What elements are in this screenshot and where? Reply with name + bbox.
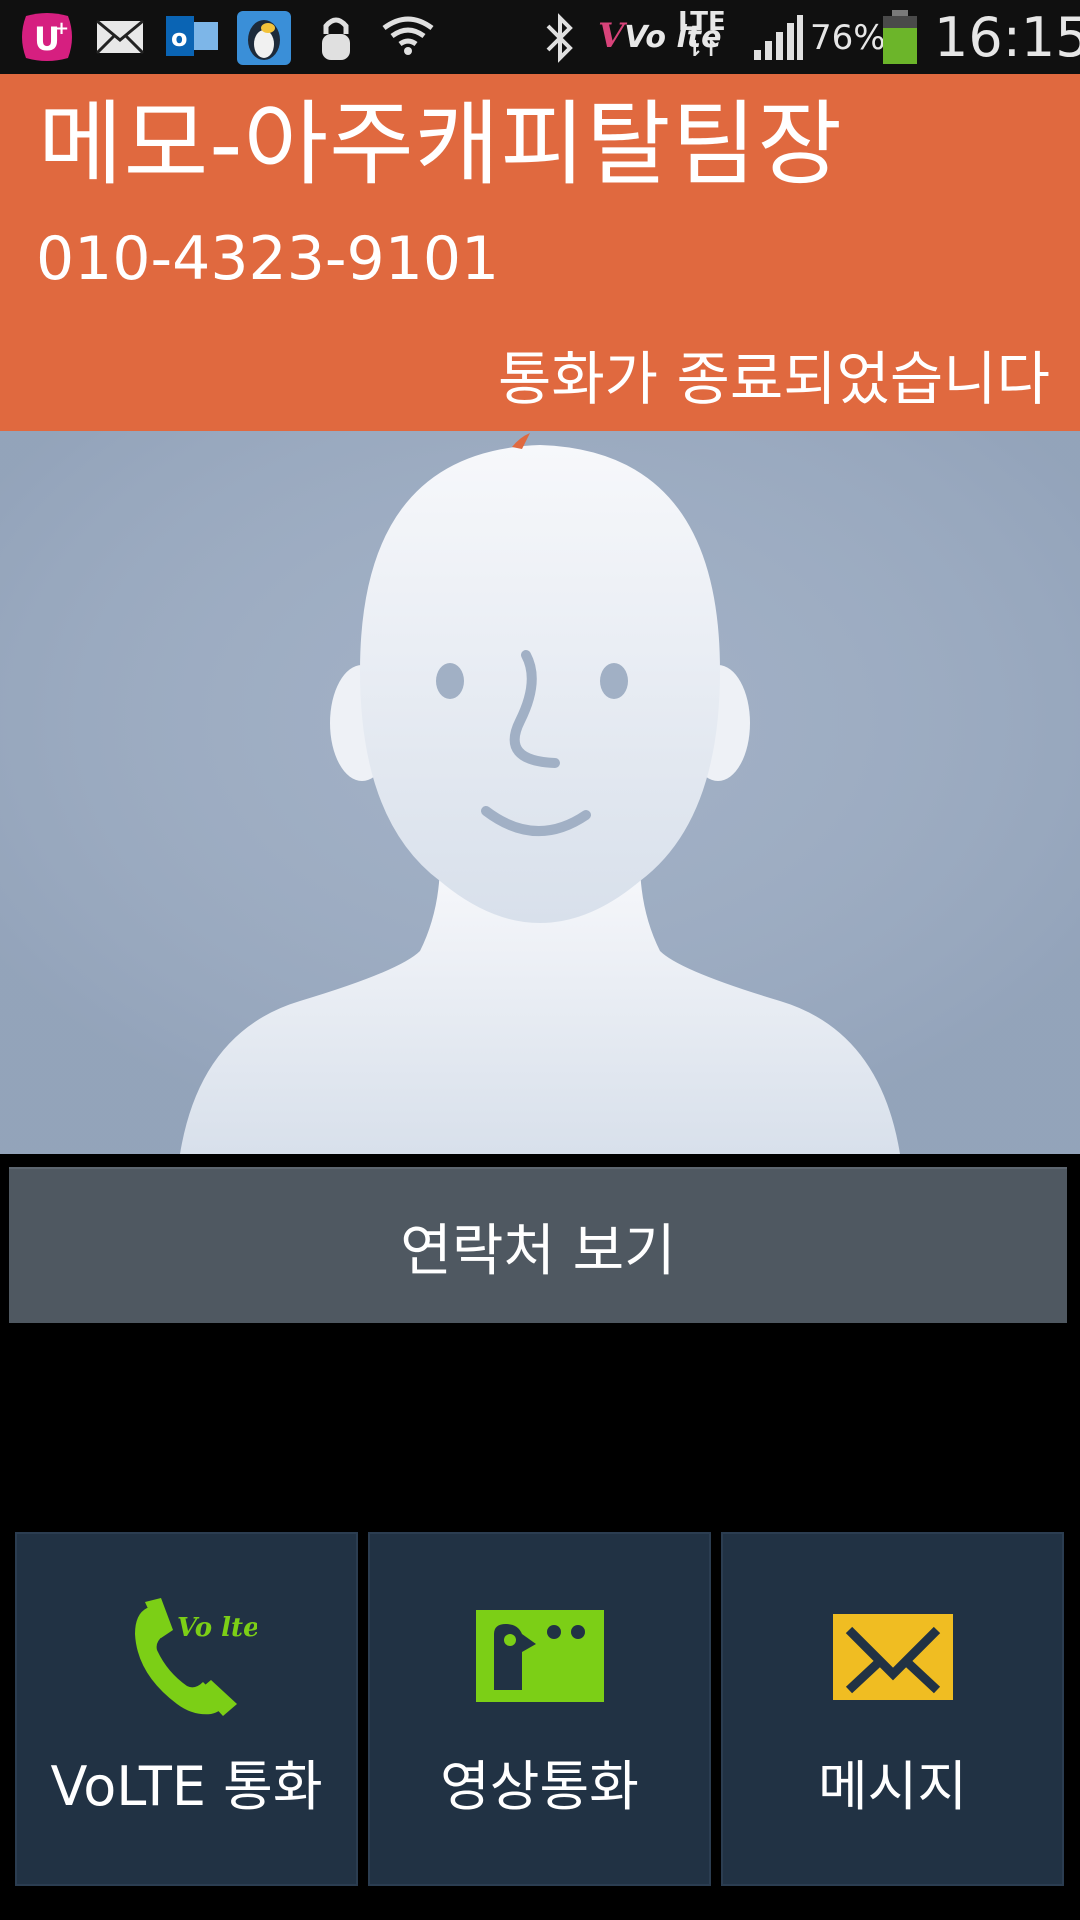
clock: 16:15 bbox=[934, 6, 1080, 69]
video-call-button[interactable]: 영상통화 bbox=[368, 1532, 711, 1886]
caller-name: 메모-아주캐피탈팀장 bbox=[38, 91, 843, 198]
call-status: 통화가 종료되었습니다 bbox=[497, 345, 1050, 413]
bluetooth-icon bbox=[546, 13, 573, 63]
wifi-icon bbox=[382, 16, 434, 55]
lte-icon: LTE ⇂↾ bbox=[678, 7, 726, 62]
mail-icon bbox=[96, 20, 144, 54]
outlook-icon: o bbox=[166, 16, 218, 56]
video-call-icon bbox=[475, 1610, 604, 1702]
battery-icon bbox=[883, 10, 917, 64]
caller-header: 메모-아주캐피탈팀장 010-4323-9101 통화가 종료되었습니다 bbox=[0, 74, 1080, 431]
svg-text:+: + bbox=[54, 18, 69, 39]
caller-number: 010-4323-9101 bbox=[36, 224, 500, 294]
lock-icon bbox=[322, 17, 350, 60]
message-button[interactable]: 메시지 bbox=[721, 1532, 1064, 1886]
message-icon bbox=[832, 1614, 953, 1700]
volte-call-label: VoLTE 통화 bbox=[50, 1755, 323, 1818]
volte-call-button[interactable]: Vo lte VoLTE 통화 bbox=[15, 1532, 358, 1886]
contact-photo bbox=[0, 431, 1080, 1154]
penguin-game-icon bbox=[237, 11, 291, 65]
signal-icon bbox=[754, 15, 803, 60]
lte-label: LTE bbox=[678, 7, 726, 37]
status-bar: U + o VVo lte LTE ⇂↾ 76% 16:15 bbox=[0, 0, 1080, 74]
battery-percent: 76% bbox=[810, 18, 886, 58]
volte-call-icon: Vo lte bbox=[134, 1598, 257, 1716]
message-label: 메시지 bbox=[817, 1755, 968, 1818]
svg-text:o: o bbox=[171, 24, 188, 52]
view-contact-label: 연락처 보기 bbox=[400, 1218, 676, 1284]
view-contact-button[interactable]: 연락처 보기 bbox=[9, 1167, 1067, 1323]
default-avatar-icon bbox=[0, 431, 1080, 1154]
video-call-label: 영상통화 bbox=[440, 1755, 639, 1818]
u-plus-icon: U + bbox=[22, 13, 72, 61]
volte-text: Vo lte bbox=[177, 1613, 257, 1643]
